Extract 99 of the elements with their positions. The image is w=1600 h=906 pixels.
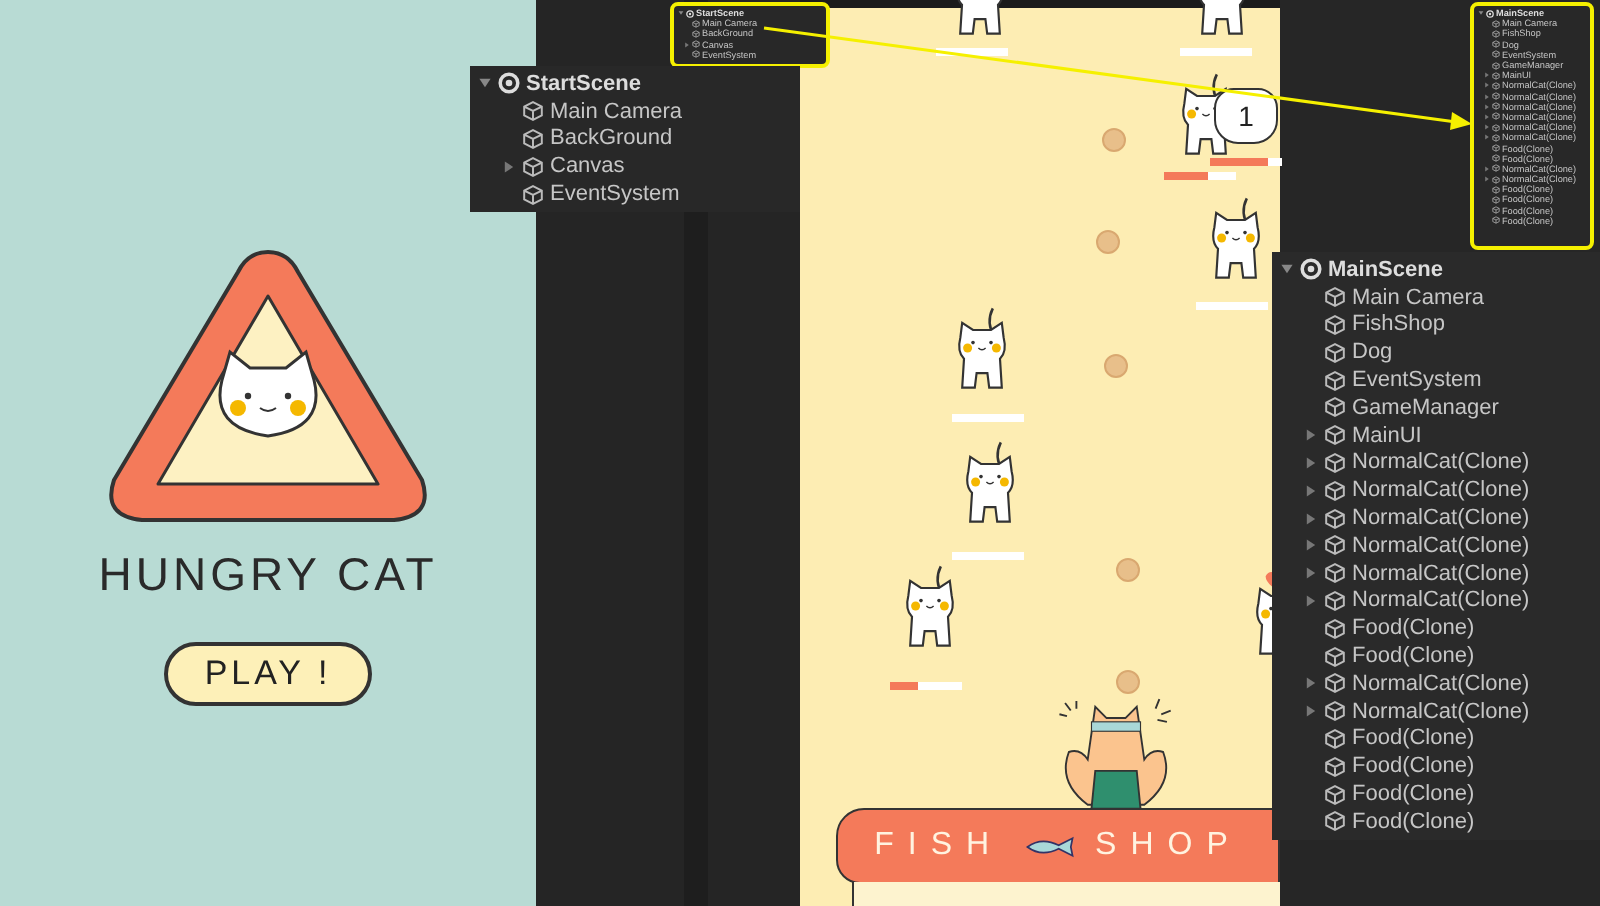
expand-arrow-icon[interactable]	[1304, 483, 1318, 498]
cube-icon	[1324, 589, 1346, 612]
hierarchy-item[interactable]: FishShop	[1280, 311, 1592, 339]
cube-icon	[1324, 451, 1346, 474]
cube-icon	[1324, 286, 1346, 309]
hierarchy-item[interactable]: Main Camera	[1280, 283, 1592, 312]
scene-row[interactable]: StartScene	[478, 70, 792, 98]
scene-icon	[1486, 9, 1494, 18]
hierarchy-item[interactable]: Main Camera	[478, 97, 792, 126]
expand-arrow-icon[interactable]	[1484, 134, 1490, 141]
hunger-bar	[952, 414, 1024, 422]
expand-arrow-icon[interactable]	[1304, 676, 1318, 691]
hunger-bar	[936, 48, 1008, 56]
expand-arrow-icon[interactable]	[1478, 10, 1484, 17]
cube-icon	[522, 127, 544, 150]
food-pellet-icon	[1116, 558, 1140, 582]
scene-icon	[686, 9, 694, 18]
scene-name: MainScene	[1328, 257, 1443, 282]
hunger-bar	[890, 682, 962, 690]
hunger-bar	[1210, 158, 1282, 166]
cube-icon	[1324, 479, 1346, 502]
game-title: HUNGRY CAT	[98, 548, 438, 602]
hunger-bar	[1164, 172, 1236, 180]
cube-icon	[1324, 617, 1346, 640]
cube-icon	[522, 100, 544, 123]
scene-row[interactable]: MainScene	[1280, 256, 1592, 284]
hierarchy-item[interactable]: BackGround	[478, 125, 792, 153]
cube-icon	[1324, 783, 1346, 806]
hierarchy-item[interactable]: NormalCat(Clone)	[1280, 559, 1592, 588]
cube-icon	[1324, 727, 1346, 750]
hierarchy-item[interactable]: NormalCat(Clone)	[1280, 669, 1592, 698]
expand-arrow-icon[interactable]	[1304, 455, 1318, 470]
expand-arrow-icon[interactable]	[678, 10, 684, 17]
cube-icon	[1324, 755, 1346, 778]
hunger-bar	[1180, 48, 1252, 56]
expand-arrow-icon[interactable]	[684, 41, 690, 48]
expand-arrow-icon[interactable]	[1304, 566, 1318, 581]
expand-arrow-icon[interactable]	[1304, 538, 1318, 553]
hierarchy-item[interactable]: Food(Clone)	[1280, 642, 1592, 670]
expand-arrow-icon[interactable]	[1484, 103, 1490, 110]
expand-arrow-icon[interactable]	[1304, 593, 1318, 608]
hierarchy-item[interactable]: Food(Clone)	[1280, 780, 1592, 808]
food-pellet-icon	[1116, 670, 1140, 694]
expand-arrow-icon[interactable]	[1484, 124, 1490, 131]
hierarchy-item[interactable]: NormalCat(Clone)	[1280, 697, 1592, 726]
cube-icon	[1324, 424, 1346, 447]
hunger-bar	[952, 552, 1024, 560]
cube-icon	[1324, 396, 1346, 419]
fish-icon	[1023, 835, 1076, 857]
expand-arrow-icon[interactable]	[1304, 511, 1318, 526]
scene-icon	[1300, 258, 1322, 281]
hierarchy-item[interactable]: Canvas	[478, 152, 792, 181]
hierarchy-item[interactable]: GameManager	[1280, 393, 1592, 422]
hierarchy-item[interactable]: Food(Clone)	[1280, 752, 1592, 781]
cube-icon	[522, 155, 544, 178]
expand-arrow-icon[interactable]	[1484, 176, 1490, 183]
hierarchy-item[interactable]: Food(Clone)	[1280, 725, 1592, 753]
expand-arrow-icon[interactable]	[502, 159, 516, 174]
hierarchy-item[interactable]: NormalCat(Clone)	[1280, 449, 1592, 477]
shop-sign-text: FISH	[874, 828, 1004, 864]
expand-arrow-icon[interactable]	[1484, 113, 1490, 120]
expand-arrow-icon[interactable]	[1304, 428, 1318, 443]
hierarchy-item[interactable]: NormalCat(Clone)	[1280, 531, 1592, 560]
hierarchy-item[interactable]: Food(Clone)	[1280, 807, 1592, 836]
cube-icon	[1324, 313, 1346, 336]
hierarchy-item[interactable]: EventSystem	[1280, 366, 1592, 394]
cube-icon	[1324, 672, 1346, 695]
hierarchy-item[interactable]: EventSystem	[478, 180, 792, 208]
cube-icon	[1324, 810, 1346, 833]
hierarchy-item[interactable]: Food(Clone)	[1280, 614, 1592, 643]
cube-icon	[1324, 534, 1346, 557]
expand-arrow-icon[interactable]	[478, 76, 492, 91]
hierarchy-item[interactable]: NormalCat(Clone)	[1280, 587, 1592, 615]
expand-arrow-icon[interactable]	[1484, 82, 1490, 89]
expand-arrow-icon[interactable]	[1484, 165, 1490, 172]
food-pellet-icon	[1096, 230, 1120, 254]
scene-name: StartScene	[526, 71, 641, 96]
expand-arrow-icon[interactable]	[1484, 72, 1490, 79]
cube-icon	[1324, 369, 1346, 392]
count-bubble: 1	[1214, 88, 1278, 144]
play-button[interactable]: PLAY !	[164, 642, 372, 706]
expand-arrow-icon[interactable]	[1304, 704, 1318, 719]
hierarchy-item[interactable]: NormalCat(Clone)	[1280, 504, 1592, 532]
cube-icon	[1324, 700, 1346, 723]
shop-sign-text: SHOP	[1095, 828, 1242, 864]
hunger-bar	[1196, 302, 1268, 310]
expand-arrow-icon[interactable]	[1484, 93, 1490, 100]
cube-icon	[1324, 645, 1346, 668]
cube-icon	[1324, 562, 1346, 585]
cube-icon	[1324, 507, 1346, 530]
hierarchy-item[interactable]: Dog	[1280, 338, 1592, 367]
cube-icon	[522, 183, 544, 206]
cube-icon	[1324, 341, 1346, 364]
hierarchy-item[interactable]: MainUI	[1280, 421, 1592, 450]
food-pellet-icon	[1102, 128, 1126, 152]
hierarchy-item[interactable]: NormalCat(Clone)	[1280, 476, 1592, 505]
food-pellet-icon	[1104, 354, 1128, 378]
scene-icon	[498, 72, 520, 95]
expand-arrow-icon[interactable]	[1280, 262, 1294, 277]
